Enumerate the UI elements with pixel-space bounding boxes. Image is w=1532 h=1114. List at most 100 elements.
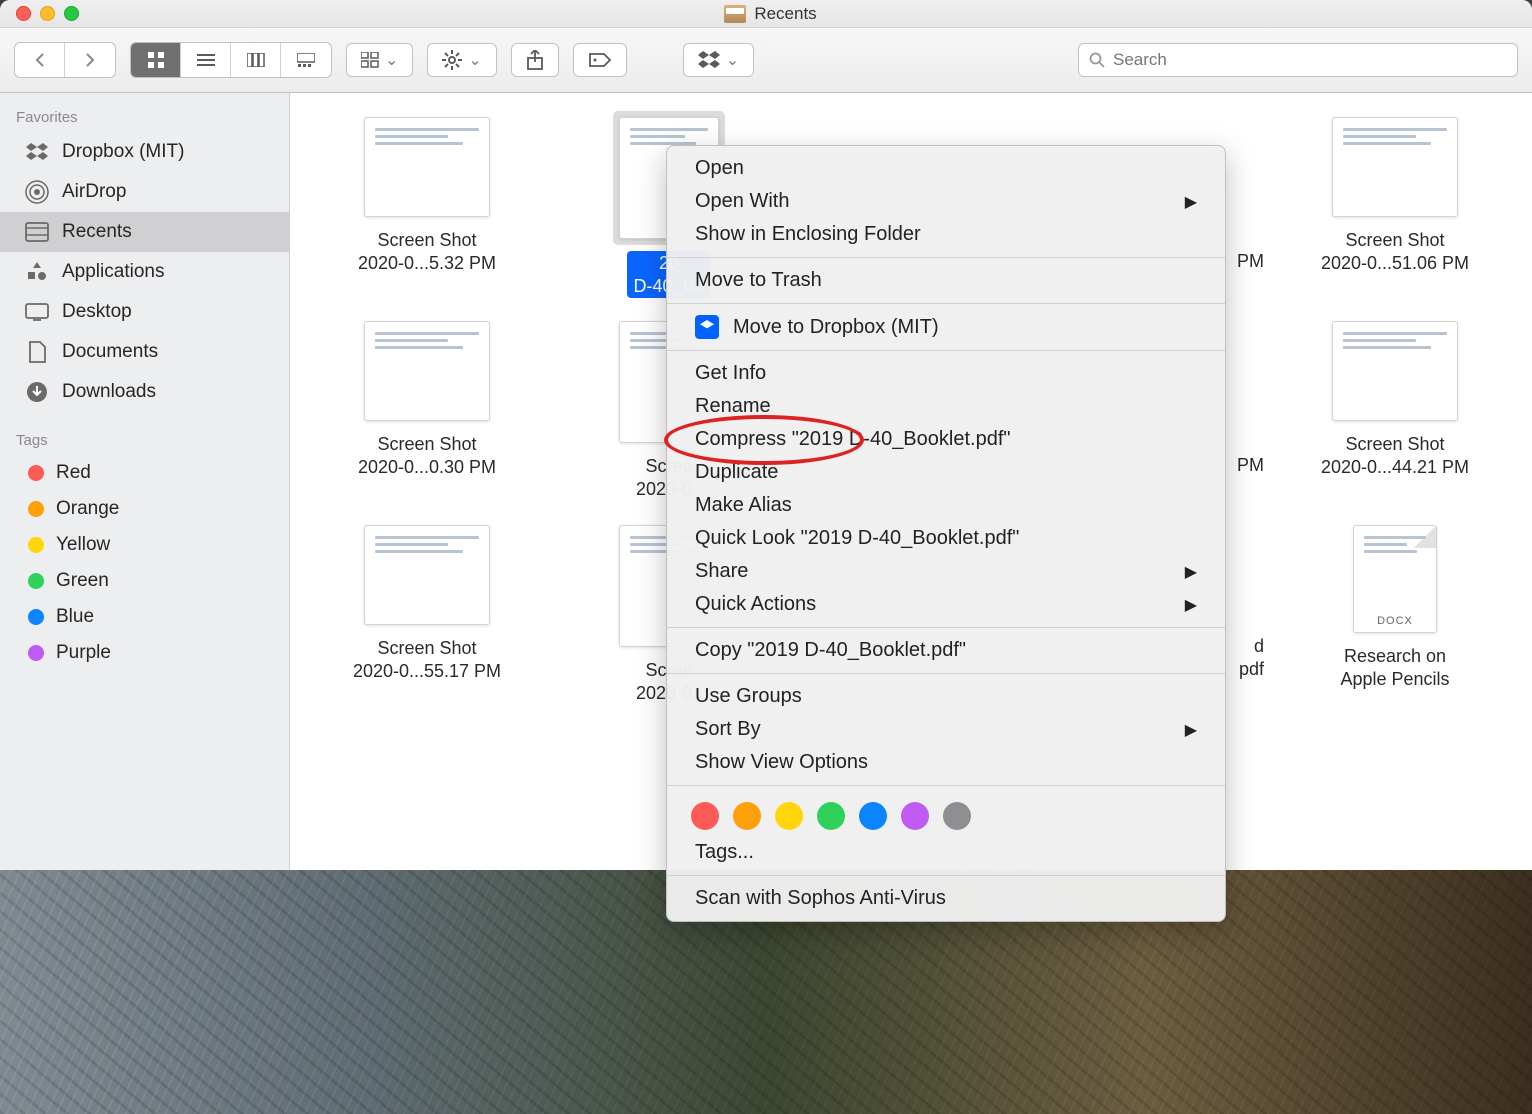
menu-item-compress-2019-d-40-booklet-pdf[interactable]: Compress "2019 D-40_Booklet.pdf" [667, 423, 1225, 456]
thumbnail-wrap [358, 111, 496, 223]
menu-item-get-info[interactable]: Get Info [667, 357, 1225, 390]
file-item[interactable]: Screen Shot2020-0...0.30 PM [306, 315, 548, 505]
menu-item-use-groups[interactable]: Use Groups [667, 680, 1225, 713]
menu-item-label: Show in Enclosing Folder [695, 223, 921, 246]
tag-red[interactable]: Red [0, 455, 289, 491]
title-text: Recents [754, 4, 816, 24]
menu-item-move-to-dropbox-mit-[interactable]: Move to Dropbox (MIT) [667, 310, 1225, 344]
menu-item-label: Make Alias [695, 494, 792, 517]
sidebar-item-label: Recents [62, 221, 132, 243]
menu-item-show-view-options[interactable]: Show View Options [667, 746, 1225, 779]
thumbnail-wrap [358, 315, 496, 427]
menu-item-label: Compress "2019 D-40_Booklet.pdf" [695, 428, 1010, 451]
menu-item-label: Quick Look "2019 D-40_Booklet.pdf" [695, 527, 1019, 550]
tag-label: Purple [56, 642, 111, 664]
sidebar-item-downloads[interactable]: Downloads [0, 372, 289, 412]
menu-item-rename[interactable]: Rename [667, 390, 1225, 423]
file-label: Screen Shot2020-0...44.21 PM [1321, 433, 1469, 478]
menu-item-duplicate[interactable]: Duplicate [667, 456, 1225, 489]
tag-purple[interactable]: Purple [0, 635, 289, 671]
airdrop-icon [24, 179, 50, 205]
chevron-down-icon: ⌄ [385, 50, 398, 70]
file-item[interactable]: Screen Shot2020-0...5.32 PM [306, 111, 548, 301]
menu-item-show-in-enclosing-folder[interactable]: Show in Enclosing Folder [667, 218, 1225, 251]
submenu-arrow-icon: ▶ [1185, 562, 1197, 582]
column-view-button[interactable] [231, 43, 281, 77]
menu-tag-color[interactable] [901, 802, 929, 830]
menu-item-quick-actions[interactable]: Quick Actions ▶ [667, 588, 1225, 621]
icon-view-button[interactable] [131, 43, 181, 77]
downloads-icon [24, 379, 50, 405]
menu-item-label: Quick Actions [695, 593, 816, 616]
action-menu-button[interactable]: ⌄ [427, 43, 496, 77]
submenu-arrow-icon: ▶ [1185, 595, 1197, 615]
menu-item-label: Open With [695, 190, 789, 213]
menu-item-label: Move to Trash [695, 269, 822, 292]
file-item[interactable]: Research onApple Pencils [1274, 519, 1516, 709]
menu-item-label: Share [695, 560, 748, 583]
file-label: Screen Shot2020-0...55.17 PM [353, 637, 501, 682]
search-field[interactable] [1078, 43, 1518, 77]
submenu-arrow-icon: ▶ [1185, 192, 1197, 212]
menu-item-scan[interactable]: Scan with Sophos Anti-Virus [667, 882, 1225, 915]
menu-item-make-alias[interactable]: Make Alias [667, 489, 1225, 522]
tag-dot-icon [28, 645, 44, 661]
thumbnail-wrap [358, 519, 496, 631]
thumbnail [364, 117, 490, 217]
menu-item-open[interactable]: Open [667, 152, 1225, 185]
sidebar-item-recents[interactable]: Recents [0, 212, 289, 252]
menu-item-quick-look-2019-d-40-booklet-p[interactable]: Quick Look "2019 D-40_Booklet.pdf" [667, 522, 1225, 555]
tag-yellow[interactable]: Yellow [0, 527, 289, 563]
gallery-view-button[interactable] [281, 43, 331, 77]
menu-tag-color[interactable] [775, 802, 803, 830]
thumbnail-wrap [1326, 111, 1464, 223]
dropbox-menu-button[interactable]: ⌄ [683, 43, 754, 77]
thumbnail [364, 525, 490, 625]
menu-tag-color[interactable] [859, 802, 887, 830]
sidebar-item-dropbox-mit-[interactable]: Dropbox (MIT) [0, 132, 289, 172]
file-item[interactable]: Screen Shot2020-0...51.06 PM [1274, 111, 1516, 301]
forward-button[interactable] [65, 43, 115, 77]
share-button[interactable] [511, 43, 559, 77]
sidebar-item-applications[interactable]: Applications [0, 252, 289, 292]
list-view-button[interactable] [181, 43, 231, 77]
sidebar-item-label: Dropbox (MIT) [62, 141, 184, 163]
group-by-button[interactable]: ⌄ [346, 43, 413, 77]
search-input[interactable] [1113, 50, 1507, 70]
thumbnail-wrap [1326, 315, 1464, 427]
sidebar-item-documents[interactable]: Documents [0, 332, 289, 372]
menu-tag-color[interactable] [817, 802, 845, 830]
file-label: Screen Shot2020-0...5.32 PM [358, 229, 496, 274]
menu-item-share[interactable]: Share ▶ [667, 555, 1225, 588]
toolbar: ⌄ ⌄ ⌄ [0, 28, 1532, 93]
menu-item-label: Copy "2019 D-40_Booklet.pdf" [695, 639, 966, 662]
tag-label: Red [56, 462, 91, 484]
sidebar-item-desktop[interactable]: Desktop [0, 292, 289, 332]
sidebar: Favorites Dropbox (MIT)AirDropRecentsApp… [0, 93, 290, 870]
file-item[interactable]: Screen Shot2020-0...44.21 PM [1274, 315, 1516, 505]
menu-tag-color[interactable] [943, 802, 971, 830]
menu-item-sort-by[interactable]: Sort By▶ [667, 713, 1225, 746]
sidebar-item-label: Downloads [62, 381, 156, 403]
file-label: PM [1237, 227, 1274, 272]
tags-button[interactable] [573, 43, 627, 77]
window-title: Recents [9, 4, 1532, 24]
tag-dot-icon [28, 537, 44, 553]
menu-tag-color[interactable] [733, 802, 761, 830]
gear-icon [442, 50, 462, 70]
dropbox-icon [695, 315, 719, 339]
sidebar-item-airdrop[interactable]: AirDrop [0, 172, 289, 212]
menu-item-open-with[interactable]: Open With ▶ [667, 185, 1225, 218]
menu-item-move-to-trash[interactable]: Move to Trash [667, 264, 1225, 297]
tag-orange[interactable]: Orange [0, 491, 289, 527]
thumbnail [1353, 525, 1437, 633]
menu-tag-color[interactable] [691, 802, 719, 830]
menu-item-copy-2019-d-40-booklet-pdf-[interactable]: Copy "2019 D-40_Booklet.pdf" [667, 634, 1225, 667]
file-item[interactable]: Screen Shot2020-0...55.17 PM [306, 519, 548, 709]
view-mode-group [130, 42, 332, 78]
tag-green[interactable]: Green [0, 563, 289, 599]
tag-blue[interactable]: Blue [0, 599, 289, 635]
back-button[interactable] [15, 43, 65, 77]
menu-item-label: Rename [695, 395, 771, 418]
menu-item-tags[interactable]: Tags... [667, 836, 1225, 869]
